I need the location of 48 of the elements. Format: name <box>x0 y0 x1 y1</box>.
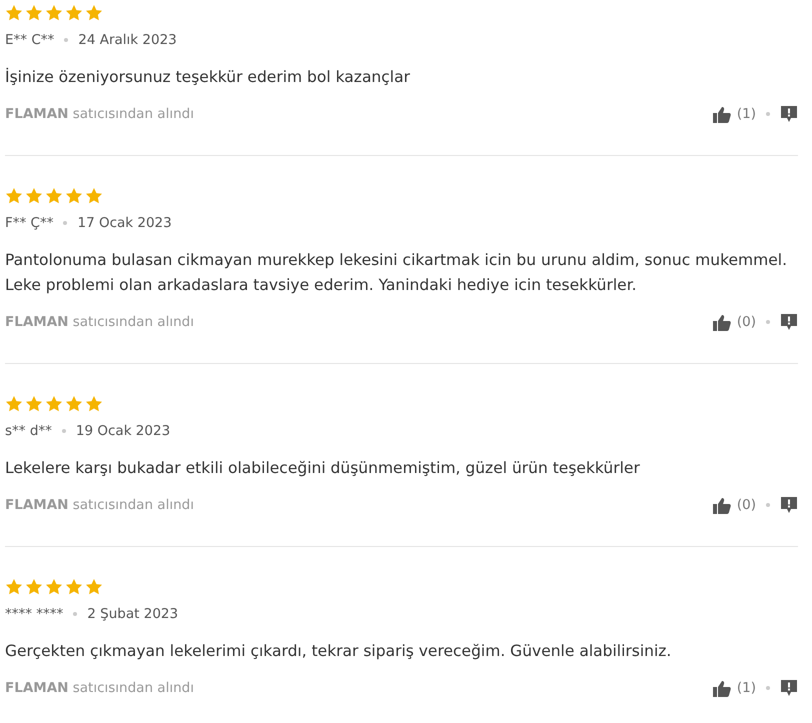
star-icon <box>65 4 83 22</box>
review-text: Gerçekten çıkmayan lekelerimi çıkardı, tekrar sipariş vereceğim. Güvenle alabilirsiniz. <box>5 641 672 662</box>
seller-note: FLAMAN satıcısından alındı <box>5 312 194 332</box>
author-name: **** **** <box>5 604 64 624</box>
review-text: Pantolonuma bulasan cikmayan murekkep lekesini cikartmak icin bu urunu aldim, sonuc mukemmel. Leke problemi olan arkadaslara tavsiye ederim. Yanindaki hediye icin tesekkürler. <box>5 250 788 296</box>
report-icon[interactable] <box>780 679 798 697</box>
like-count: (1) <box>736 104 756 124</box>
star-icon <box>45 187 63 205</box>
star-icon <box>85 395 103 413</box>
star-icon <box>65 578 83 596</box>
star-icon <box>45 4 63 22</box>
thumbs-up-icon[interactable] <box>712 680 731 696</box>
review-date: 17 Ocak 2023 <box>77 214 172 233</box>
star-icon <box>85 187 103 205</box>
star-icon <box>85 578 103 596</box>
star-icon <box>65 187 83 205</box>
review-date: 2 Şubat 2023 <box>87 604 178 624</box>
star-icon <box>85 4 103 22</box>
star-icon <box>25 187 43 205</box>
like-count: (0) <box>736 496 756 515</box>
star-icon <box>25 395 43 413</box>
report-icon[interactable] <box>780 105 798 123</box>
report-icon[interactable] <box>780 496 798 514</box>
star-icon <box>65 395 83 413</box>
star-icon <box>45 395 63 413</box>
review-text: Lekelere karşı bukadar etkili olabileceğini düşünmemiştim, güzel ürün teşekkürler <box>5 458 641 479</box>
star-icon <box>45 578 63 596</box>
thumbs-up-icon[interactable] <box>712 496 731 514</box>
author-name: E** C** <box>5 30 54 50</box>
star-icon <box>25 4 43 22</box>
seller-note: FLAMAN satıcısından alındı <box>5 496 194 515</box>
star-icon <box>5 395 23 413</box>
report-icon[interactable] <box>780 313 798 331</box>
like-count: (1) <box>736 678 756 698</box>
star-icon <box>5 578 23 596</box>
author-name: s** d** <box>5 422 52 441</box>
review-date: 24 Aralık 2023 <box>78 30 177 50</box>
thumbs-up-icon[interactable] <box>712 314 731 330</box>
review-text: İşinize özeniyorsunuz teşekkür ederim bol kazançlar <box>5 66 411 88</box>
star-icon <box>5 187 23 205</box>
thumbs-up-icon[interactable] <box>712 106 731 122</box>
author-name: F** Ç** <box>5 214 54 233</box>
review-date: 19 Ocak 2023 <box>76 422 170 441</box>
seller-note: FLAMAN satıcısından alındı <box>5 678 194 698</box>
like-count: (0) <box>736 312 756 332</box>
star-icon <box>5 4 23 22</box>
seller-note: FLAMAN satıcısından alındı <box>5 104 194 124</box>
star-icon <box>25 578 43 596</box>
